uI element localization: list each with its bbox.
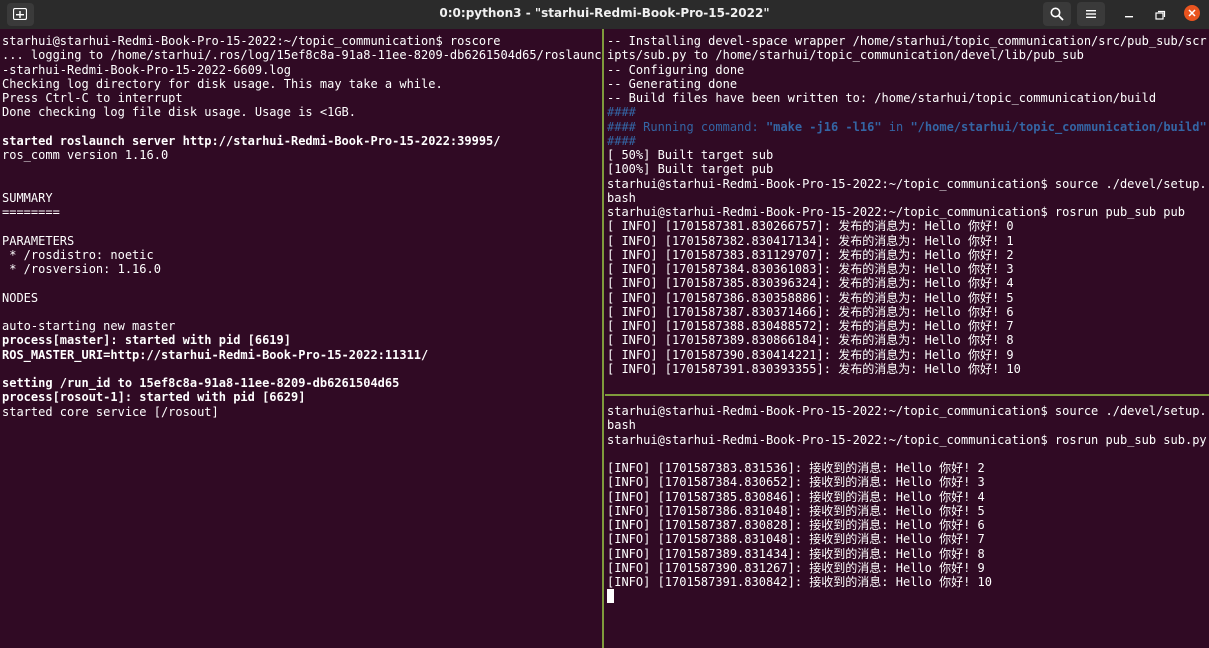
- terminal-line: started core service [/rosout]: [2, 404, 219, 419]
- terminal-line: setting /run_id to 15ef8c8a-91a8-11ee-82…: [2, 376, 400, 390]
- text-cursor: [607, 589, 614, 604]
- minimize-icon: [1125, 16, 1133, 18]
- terminal-line: -- Generating done: [607, 76, 738, 91]
- terminal-line: NODES: [2, 290, 39, 305]
- terminal-line: bash: [607, 418, 636, 433]
- terminal-pane-roscore[interactable]: starhui@starhui-Redmi-Book-Pro-15-2022:~…: [0, 29, 602, 648]
- terminal-line: [ INFO] [1701587390.830414221]: 发布的消息为: …: [607, 347, 1014, 362]
- menu-button[interactable]: [1077, 2, 1105, 26]
- terminal-line: [607, 589, 1209, 604]
- terminal-line: ========: [2, 205, 60, 219]
- terminal-line: process[master]: started with pid [6619]: [2, 333, 291, 348]
- terminal-line: bash: [607, 190, 636, 205]
- terminal-line: Press Ctrl-C to interrupt: [2, 91, 183, 105]
- terminal-line: [ INFO] [1701587384.830361083]: 发布的消息为: …: [607, 262, 1014, 276]
- maximize-button[interactable]: [1153, 7, 1167, 21]
- terminal-line: started roslaunch server http://starhui-…: [2, 133, 501, 148]
- terminal-line: starhui@starhui-Redmi-Book-Pro-15-2022:~…: [607, 432, 1207, 447]
- banner-text: #### Running command:: [607, 119, 766, 134]
- terminal-output: -- Installing devel-space wrapper /home/…: [605, 29, 1209, 376]
- terminal-output: starhui@starhui-Redmi-Book-Pro-15-2022:~…: [605, 397, 1209, 604]
- terminal-line: ####: [607, 133, 636, 148]
- terminal-line: [ INFO] [1701587388.830488572]: 发布的消息为: …: [607, 319, 1014, 333]
- terminal-output: starhui@starhui-Redmi-Book-Pro-15-2022:~…: [0, 29, 602, 419]
- terminal-line: [ INFO] [1701587382.830417134]: 发布的消息为: …: [607, 233, 1014, 248]
- terminal-line: ... logging to /home/starhui/.ros/log/15…: [2, 48, 602, 63]
- terminal-line: -starhui-Redmi-Book-Pro-15-2022-6609.log: [2, 62, 291, 77]
- terminal-line: [INFO] [1701587390.831267]: 接收到的消息: Hell…: [607, 560, 985, 575]
- terminal-pane-publisher[interactable]: -- Installing devel-space wrapper /home/…: [605, 29, 1209, 394]
- hamburger-menu-icon: [1086, 10, 1096, 18]
- terminal-line: [ INFO] [1701587385.830396324]: 发布的消息为: …: [607, 276, 1014, 291]
- terminal-line: [ 50%] Built target sub: [607, 148, 774, 162]
- search-icon: [1050, 7, 1064, 21]
- command-highlight: "make -j16 -l16": [765, 119, 882, 134]
- terminal-line: auto-starting new master: [2, 319, 176, 333]
- terminal-line: PARAMETERS: [2, 233, 75, 248]
- terminal-line: starhui@starhui-Redmi-Book-Pro-15-2022:~…: [2, 34, 501, 48]
- terminal-line: [ INFO] [1701587383.831129707]: 发布的消息为: …: [607, 247, 1014, 262]
- terminal-line: [ INFO] [1701587389.830866184]: 发布的消息为: …: [607, 333, 1014, 348]
- terminal-line: [ INFO] [1701587381.830266757]: 发布的消息为: …: [607, 219, 1014, 234]
- terminal-line: [ INFO] [1701587386.830358886]: 发布的消息为: …: [607, 290, 1014, 305]
- terminal-line: Checking log directory for disk usage. T…: [2, 76, 443, 91]
- terminal-line: [INFO] [1701587383.831536]: 接收到的消息: Hell…: [607, 461, 985, 475]
- terminal-line: #### Running command: "make -j16 -l16" i…: [607, 120, 1209, 134]
- terminal-line: starhui@starhui-Redmi-Book-Pro-15-2022:~…: [607, 404, 1207, 418]
- terminal-line: [INFO] [1701587384.830652]: 接收到的消息: Hell…: [607, 475, 985, 490]
- terminal-line: [INFO] [1701587386.831048]: 接收到的消息: Hell…: [607, 503, 985, 518]
- pane-divider-vertical[interactable]: [602, 29, 604, 648]
- close-icon: [1188, 9, 1196, 17]
- close-button[interactable]: [1184, 5, 1200, 21]
- terminal-line: ipts/sub.py to /home/starhui/topic_commu…: [607, 48, 1084, 63]
- terminal-line: [INFO] [1701587391.830842]: 接收到的消息: Hell…: [607, 575, 992, 589]
- terminal-pane-subscriber[interactable]: starhui@starhui-Redmi-Book-Pro-15-2022:~…: [605, 397, 1209, 648]
- terminal-line: [ INFO] [1701587391.830393355]: 发布的消息为: …: [607, 361, 1021, 376]
- minimize-button[interactable]: [1122, 7, 1136, 21]
- terminal-line: [INFO] [1701587388.831048]: 接收到的消息: Hell…: [607, 532, 985, 547]
- terminal-line: -- Build files have been written to: /ho…: [607, 91, 1157, 105]
- terminal-line: [INFO] [1701587389.831434]: 接收到的消息: Hell…: [607, 546, 985, 561]
- terminal-line: * /rosdistro: noetic: [2, 247, 154, 262]
- terminal-line: [INFO] [1701587387.830828]: 接收到的消息: Hell…: [607, 518, 985, 532]
- terminal-line: ROS_MASTER_URI=http://starhui-Redmi-Book…: [2, 347, 429, 362]
- window-titlebar: 0:0:python3 - "starhui-Redmi-Book-Pro-15…: [0, 0, 1209, 29]
- terminal-line: [ INFO] [1701587387.830371466]: 发布的消息为: …: [607, 304, 1014, 319]
- terminal-line: starhui@starhui-Redmi-Book-Pro-15-2022:~…: [607, 176, 1207, 191]
- terminal-line: ####: [607, 105, 636, 120]
- terminal-line: [INFO] [1701587385.830846]: 接收到的消息: Hell…: [607, 489, 985, 504]
- maximize-icon: [1155, 10, 1166, 20]
- search-button[interactable]: [1043, 2, 1071, 26]
- terminal-line: -- Installing devel-space wrapper /home/…: [607, 34, 1207, 48]
- terminal-line: Done checking log file disk usage. Usage…: [2, 105, 357, 120]
- command-highlight: "/home/starhui/topic_communication/build…: [910, 119, 1207, 134]
- pane-divider-horizontal[interactable]: [605, 394, 1209, 396]
- terminal-line: [100%] Built target pub: [607, 162, 774, 177]
- terminal-line: process[rosout-1]: started with pid [662…: [2, 390, 306, 405]
- terminal-line: * /rosversion: 1.16.0: [2, 262, 161, 276]
- banner-text: in: [881, 119, 911, 134]
- terminal-line: SUMMARY: [2, 190, 53, 205]
- terminal-line: starhui@starhui-Redmi-Book-Pro-15-2022:~…: [607, 205, 1185, 219]
- terminal-line: -- Configuring done: [607, 62, 745, 77]
- window-title: 0:0:python3 - "starhui-Redmi-Book-Pro-15…: [439, 6, 770, 20]
- terminal-line: ros_comm version 1.16.0: [2, 148, 169, 162]
